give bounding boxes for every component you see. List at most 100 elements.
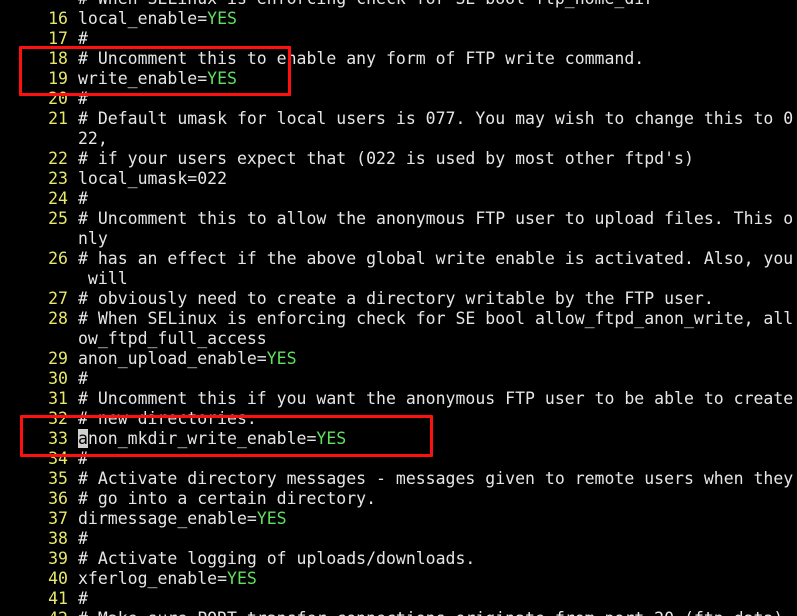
line-text: # [78,529,88,549]
code-line: 37 dirmessage_enable=YES [0,509,797,529]
line-content: local_umask=022 [78,169,228,188]
line-content: # Uncomment this to allow the anonymous … [78,209,794,228]
line-number: 28 [48,309,68,328]
line-content: # obviously need to create a directory w… [78,289,714,308]
line-text: # Uncomment this to allow the anonymous … [78,209,793,229]
line-text: local_umask=022 [78,169,227,189]
line-number: 36 [48,489,68,508]
code-line: 35 # Activate directory messages - messag… [0,469,797,489]
line-number: 35 [48,469,68,488]
line-content: # [78,529,88,548]
line-content: # has an effect if the above global writ… [78,249,794,268]
line-number: 26 [48,249,68,268]
line-text: nly [78,229,108,249]
line-number: 31 [48,389,68,408]
line-content: # go into a certain directory. [78,489,377,508]
line-content: 22, [78,129,108,148]
line-text: # When SELinux is enforcing check for SE… [78,309,793,329]
line-number: 27 [48,289,68,308]
code-line: 26 # has an effect if the above global wr… [0,249,797,269]
line-content: # Activate logging of uploads/downloads. [78,549,476,568]
line-text: # go into a certain directory. [78,489,376,509]
config-value: YES [256,509,287,528]
line-number: 25 [48,209,68,228]
code-line: 28 # When SELinux is enforcing check for … [0,309,797,329]
line-text: will [78,269,128,289]
line-text: # Make sure PORT transfer connections or… [78,609,793,616]
line-number: 21 [48,109,68,128]
line-text: dirmessage_enable=YES [78,509,287,529]
line-number: 30 [48,369,68,388]
config-value: YES [266,349,297,368]
code-line: 21 # Default umask for local users is 077… [0,109,797,129]
line-number: 29 [48,349,68,368]
code-line: 31 # Uncomment this if you want the anony… [0,389,797,409]
code-line: 38 # [0,529,797,549]
highlight-box-write-enable [19,46,291,96]
line-content: # Default umask for local users is 077. … [78,109,794,128]
line-content: xferlog_enable= [78,569,228,588]
line-content: # if your users expect that (022 is used… [78,149,694,168]
line-content: # Activate directory messages - messages… [78,469,794,488]
line-text: # Uncomment this if you want the anonymo… [78,389,793,409]
line-content: anon_upload_enable= [78,349,267,368]
code-line: # When SELinux is enforcing check for SE… [0,0,797,9]
line-text: # has an effect if the above global writ… [78,249,793,269]
line-content: local_enable= [78,9,208,28]
line-text: # Activate directory messages - messages… [78,469,793,489]
code-line: nly [0,229,797,249]
code-line: 24 # [0,189,797,209]
terminal-editor[interactable]: # When SELinux is enforcing check for SE… [0,0,797,616]
line-text: # [78,189,88,209]
code-line: 30 # [0,369,797,389]
line-content: # When SELinux is enforcing check for SE… [78,309,794,328]
code-line: 25 # Uncomment this to allow the anonymou… [0,209,797,229]
line-text: xferlog_enable=YES [78,569,257,589]
line-content: # Make sure PORT transfer connections or… [78,609,793,616]
code-line: 41 # [0,589,797,609]
code-line: 22 # if your users expect that (022 is us… [0,149,797,169]
line-number: 22 [48,149,68,168]
line-text: # [78,369,88,389]
code-line: 40 xferlog_enable=YES [0,569,797,589]
line-number: 41 [48,589,68,608]
config-value: YES [227,569,257,588]
line-text: # [78,589,88,609]
code-line: 16 local_enable=YES [0,9,797,29]
code-line: 27 # obviously need to create a directory… [0,289,797,309]
line-content: will [78,269,128,288]
line-number: 37 [48,509,68,528]
line-content: nly [78,229,108,248]
code-line: 23 local_umask=022 [0,169,797,189]
line-number: 39 [48,549,68,568]
line-content: # [78,589,88,608]
line-text: local_enable=YES [78,9,237,29]
line-text: ow_ftpd_full_access [78,329,267,349]
line-text: # Default umask for local users is 077. … [78,109,793,129]
line-text: 22, [78,129,108,149]
line-number: 38 [48,529,68,548]
code-line: 42 # Make sure PORT transfer connections … [0,609,797,616]
line-text: # Activate logging of uploads/downloads. [78,549,475,569]
code-line: 29 anon_upload_enable=YES [0,349,797,369]
line-content: # [78,369,88,388]
line-content: # When SELinux is enforcing check for SE… [78,0,654,8]
code-line: 22, [0,129,797,149]
line-text: # if your users expect that (022 is used… [78,149,694,169]
line-number: 40 [48,569,68,588]
line-text: # When SELinux is enforcing check for SE… [78,0,654,9]
line-content: dirmessage_enable= [78,509,257,528]
line-content: ow_ftpd_full_access [78,329,267,348]
code-line: 36 # go into a certain directory. [0,489,797,509]
line-text: # obviously need to create a directory w… [78,289,714,309]
line-text: anon_upload_enable=YES [78,349,297,369]
highlight-box-anon-mkdir [20,415,433,457]
line-content: # Uncomment this if you want the anonymo… [78,389,794,408]
line-number: 24 [48,189,68,208]
line-content: # [78,189,88,208]
config-value: YES [207,9,237,28]
code-line: ow_ftpd_full_access [0,329,797,349]
code-line: will [0,269,797,289]
line-number: 16 [48,9,68,28]
code-line: 39 # Activate logging of uploads/download… [0,549,797,569]
